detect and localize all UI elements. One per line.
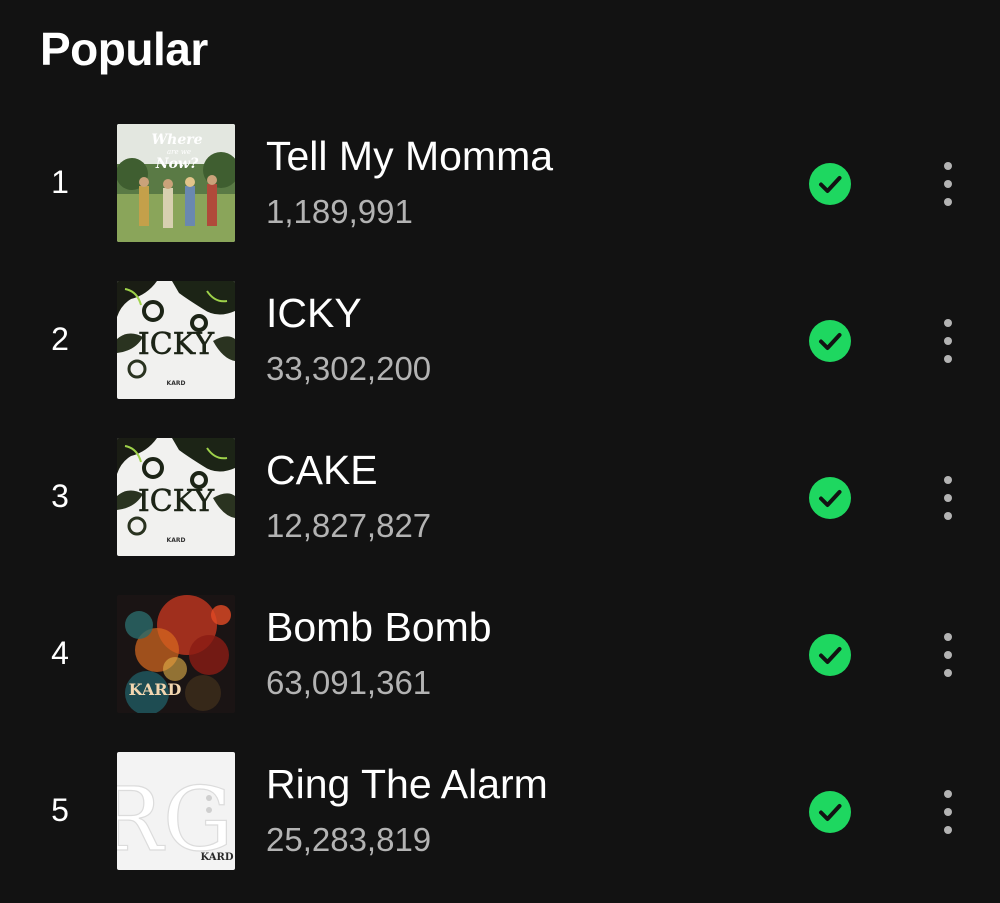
track-play-count: 1,189,991 (266, 193, 413, 230)
check-circle-icon[interactable] (809, 477, 851, 519)
track-play-count: 63,091,361 (266, 664, 432, 701)
track-title[interactable]: ICKY (266, 289, 362, 337)
track-play-count: 12,827,827 (266, 507, 432, 544)
album-cover[interactable]: ICKY KARD (117, 281, 235, 399)
cover-text: KARD (129, 680, 182, 699)
cover-text: KARD (200, 852, 233, 863)
track-rank: 2 (51, 321, 69, 357)
cover-text: ICKY (138, 327, 215, 362)
album-cover[interactable]: Where are we Now? (117, 124, 235, 242)
check-circle-icon[interactable] (809, 163, 851, 205)
section-title: Popular (40, 23, 208, 75)
track-title[interactable]: Ring The Alarm (266, 760, 548, 808)
track-title[interactable]: CAKE (266, 446, 378, 494)
album-cover[interactable]: ICKY KARD (117, 438, 235, 556)
cover-text: ICKY (138, 484, 215, 519)
track-title[interactable]: Bomb Bomb (266, 603, 492, 651)
more-vertical-icon[interactable] (928, 788, 968, 836)
more-vertical-icon[interactable] (928, 317, 968, 365)
track-row[interactable]: 5 RG KARD Ring The Alarm 25,283,819 (0, 746, 1000, 903)
check-circle-icon[interactable] (809, 320, 851, 362)
album-cover[interactable]: KARD (117, 595, 235, 713)
track-play-count: 25,283,819 (266, 821, 432, 858)
cover-text: Now? (155, 156, 199, 172)
more-vertical-icon[interactable] (928, 160, 968, 208)
cover-text: KARD (167, 380, 186, 387)
track-rank: 4 (51, 635, 69, 671)
track-row[interactable]: 1 Where are we Now? Tell My Momma 1,189,… (0, 118, 1000, 275)
check-circle-icon[interactable] (809, 634, 851, 676)
more-vertical-icon[interactable] (928, 474, 968, 522)
more-vertical-icon[interactable] (928, 631, 968, 679)
track-row[interactable]: 2 ICKY KARD ICKY 33,302,200 (0, 275, 1000, 432)
track-rank: 5 (51, 792, 69, 828)
cover-text: are we (167, 148, 191, 156)
album-cover[interactable]: RG KARD (117, 752, 235, 870)
popular-track-list: 1 Where are we Now? Tell My Momma 1,189,… (0, 118, 1000, 903)
cover-text: Where (151, 132, 202, 148)
track-row[interactable]: 4 KARD Bomb Bomb 63,091,361 (0, 589, 1000, 746)
cover-text: KARD (167, 537, 186, 544)
track-title[interactable]: Tell My Momma (266, 132, 553, 180)
track-rank: 1 (51, 164, 69, 200)
track-play-count: 33,302,200 (266, 350, 432, 387)
track-row[interactable]: 3 ICKY KARD CAKE 12,827,827 (0, 432, 1000, 589)
check-circle-icon[interactable] (809, 791, 851, 833)
track-rank: 3 (51, 478, 69, 514)
